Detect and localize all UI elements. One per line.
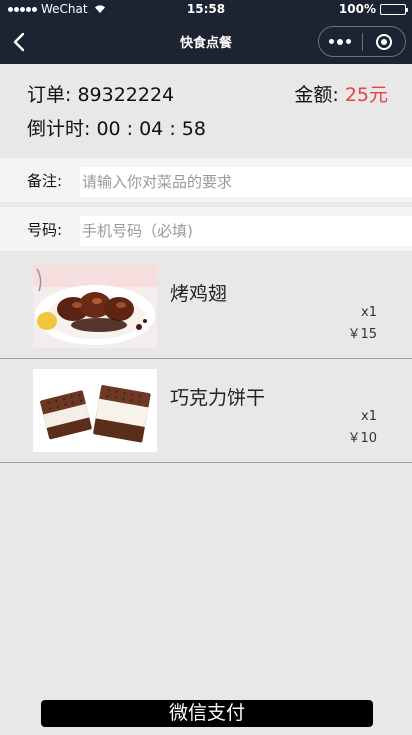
- countdown-timer: 倒计时: 00 : 04 : 58: [27, 118, 206, 140]
- roast-chicken-wings-image: [33, 265, 157, 348]
- amount-label: 金额:: [294, 84, 345, 106]
- order-number: 订单: 89322224: [27, 84, 175, 106]
- order-item: 巧克力饼干 x1 ￥10: [0, 359, 412, 463]
- status-bar: WeChat 15:58 100%: [0, 0, 412, 20]
- battery-icon: [380, 3, 408, 15]
- note-label: 备注:: [27, 172, 63, 190]
- item-quantity: x1: [361, 305, 377, 320]
- miniprogram-capsule: [318, 26, 406, 57]
- order-info: 订单: 89322224 金额: 25元 倒计时: 00 : 04 : 58: [0, 64, 412, 152]
- item-price: ￥10: [347, 431, 377, 446]
- item-name: 巧克力饼干: [170, 387, 266, 409]
- more-options-icon[interactable]: [319, 27, 362, 56]
- amount-value: 25元: [344, 84, 388, 106]
- note-row: 备注:: [0, 158, 412, 202]
- battery-percent: 100%: [338, 2, 376, 16]
- item-quantity: x1: [361, 409, 377, 424]
- wechat-pay-button[interactable]: 微信支付: [41, 700, 373, 727]
- close-miniprogram-icon[interactable]: [363, 27, 406, 56]
- top-bar: WeChat 15:58 100% 快食点餐: [0, 0, 412, 64]
- note-input[interactable]: [80, 167, 412, 197]
- order-amount: 金额: 25元: [294, 80, 388, 107]
- phone-row: 号码:: [0, 207, 412, 251]
- item-price: ￥15: [347, 327, 377, 342]
- nav-bar: 快食点餐: [0, 20, 412, 64]
- phone-label: 号码:: [27, 221, 63, 239]
- item-name: 烤鸡翅: [170, 283, 228, 305]
- chocolate-cookie-sandwich-image: [33, 369, 157, 452]
- status-right: 100%: [338, 2, 408, 16]
- order-item: 烤鸡翅 x1 ￥15: [0, 255, 412, 359]
- phone-input[interactable]: [80, 216, 412, 246]
